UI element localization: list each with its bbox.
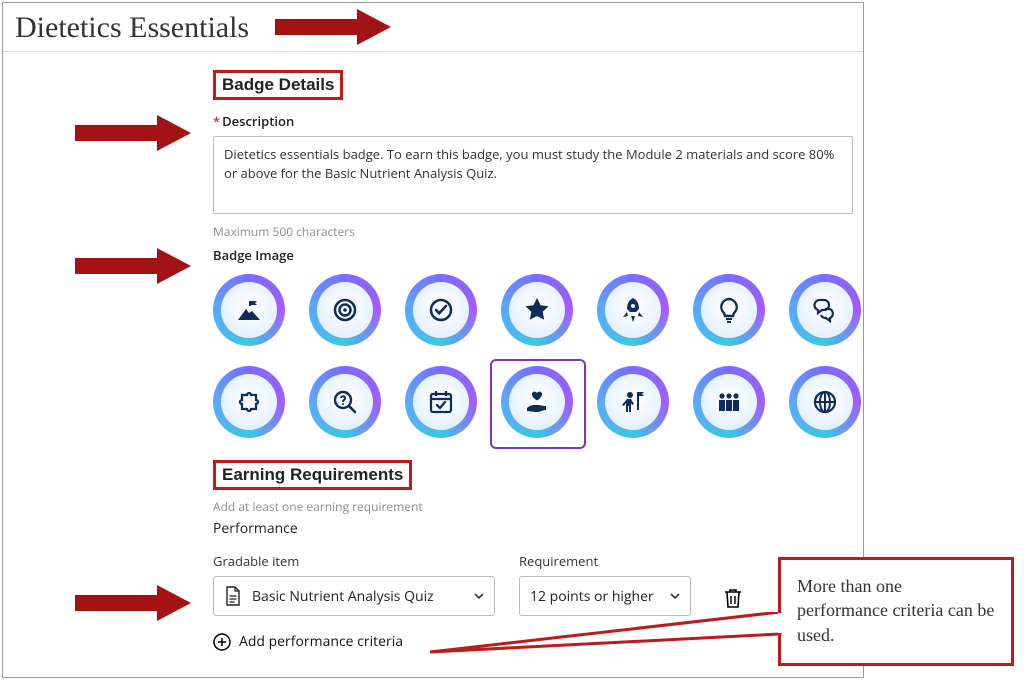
badge-option-people-group[interactable] bbox=[693, 366, 765, 438]
mountain-flag-icon bbox=[221, 282, 277, 338]
checkmark-circle-icon bbox=[413, 282, 469, 338]
globe-icon bbox=[797, 374, 853, 430]
badge-image-grid bbox=[213, 274, 879, 438]
badge-image-label: Badge Image bbox=[213, 246, 813, 264]
badge-option-star[interactable] bbox=[501, 274, 573, 346]
badge-option-chat-bubbles[interactable] bbox=[789, 274, 861, 346]
description-label: *Description bbox=[213, 112, 813, 130]
delete-criteria-button[interactable] bbox=[715, 580, 751, 616]
content-area: Badge Details *Description Maximum 500 c… bbox=[3, 70, 813, 651]
badge-option-globe[interactable] bbox=[789, 366, 861, 438]
annotation-callout: More than one performance criteria can b… bbox=[778, 557, 1014, 666]
required-marker: * bbox=[213, 112, 220, 130]
chevron-down-icon bbox=[474, 591, 484, 601]
badge-option-heart-in-hand[interactable] bbox=[501, 366, 573, 438]
section-badge-details: Badge Details bbox=[213, 70, 343, 100]
gradable-column: Gradable item Basic Nutrient Analysis Qu… bbox=[213, 552, 495, 616]
people-group-icon bbox=[701, 374, 757, 430]
requirement-column: Requirement 12 points or higher bbox=[519, 552, 691, 616]
requirement-label: Requirement bbox=[519, 552, 691, 570]
puzzle-icon bbox=[221, 374, 277, 430]
performance-row: Gradable item Basic Nutrient Analysis Qu… bbox=[213, 552, 813, 616]
star-icon bbox=[509, 282, 565, 338]
badge-option-calendar-check[interactable] bbox=[405, 366, 477, 438]
trash-icon bbox=[722, 586, 744, 610]
magnifier-question-icon bbox=[317, 374, 373, 430]
chevron-down-icon bbox=[670, 591, 680, 601]
requirement-dropdown[interactable]: 12 points or higher bbox=[519, 576, 691, 616]
chat-bubbles-icon bbox=[797, 282, 853, 338]
add-performance-criteria-button[interactable]: Add performance criteria bbox=[213, 632, 813, 651]
performance-label: Performance bbox=[213, 519, 813, 538]
badge-option-target[interactable] bbox=[309, 274, 381, 346]
badge-option-person-flag[interactable] bbox=[597, 366, 669, 438]
description-label-text: Description bbox=[222, 112, 294, 130]
badge-option-checkmark-circle[interactable] bbox=[405, 274, 477, 346]
rocket-icon bbox=[605, 282, 661, 338]
earning-hint: Add at least one earning requirement bbox=[213, 498, 813, 515]
section-earning-requirements: Earning Requirements bbox=[213, 460, 412, 490]
description-max-hint: Maximum 500 characters bbox=[213, 223, 813, 240]
badge-option-mountain-flag[interactable] bbox=[213, 274, 285, 346]
divider bbox=[3, 51, 863, 52]
target-icon bbox=[317, 282, 373, 338]
description-textarea[interactable] bbox=[213, 136, 853, 214]
gradable-item-value: Basic Nutrient Analysis Quiz bbox=[252, 587, 434, 606]
gradable-item-dropdown[interactable]: Basic Nutrient Analysis Quiz bbox=[213, 576, 495, 616]
earning-requirements-section: Earning Requirements Add at least one ea… bbox=[213, 460, 813, 651]
lightbulb-icon bbox=[701, 282, 757, 338]
annotation-callout-text: More than one performance criteria can b… bbox=[797, 576, 994, 645]
badge-editor-panel: Dietetics Essentials Badge Details *Desc… bbox=[2, 2, 864, 678]
add-performance-criteria-label: Add performance criteria bbox=[239, 632, 403, 651]
document-icon bbox=[224, 586, 242, 606]
plus-circle-icon bbox=[213, 633, 231, 651]
badge-option-lightbulb[interactable] bbox=[693, 274, 765, 346]
badge-option-puzzle[interactable] bbox=[213, 366, 285, 438]
person-flag-icon bbox=[605, 374, 661, 430]
badge-option-magnifier-question[interactable] bbox=[309, 366, 381, 438]
calendar-check-icon bbox=[413, 374, 469, 430]
badge-ring bbox=[501, 366, 573, 438]
badge-option-rocket[interactable] bbox=[597, 274, 669, 346]
gradable-label: Gradable item bbox=[213, 552, 495, 570]
requirement-value: 12 points or higher bbox=[530, 587, 654, 606]
page-title: Dietetics Essentials bbox=[3, 3, 863, 51]
heart-in-hand-icon bbox=[509, 374, 565, 430]
